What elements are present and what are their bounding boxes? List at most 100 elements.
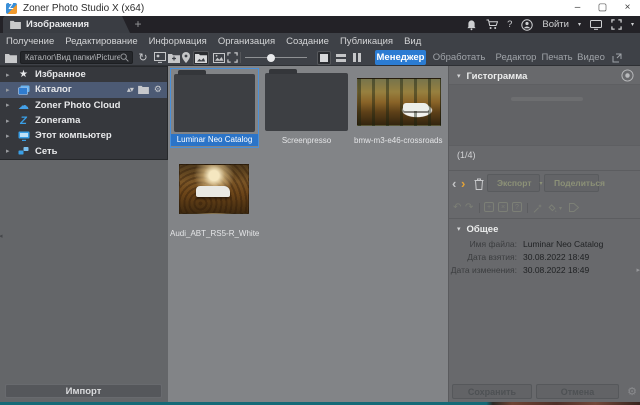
- panel-settings-gear-icon[interactable]: ⚙: [627, 385, 637, 398]
- sort-icon[interactable]: ▴▾: [127, 85, 133, 94]
- sidebar-item-network[interactable]: ▸ Сеть: [0, 143, 167, 158]
- fullscreen-icon[interactable]: [611, 19, 622, 30]
- app-window: Zoner Photo Studio X (x64) – ▢ × Изображ…: [0, 0, 640, 405]
- gear-icon[interactable]: ⚙: [154, 84, 162, 95]
- folder-thumbnail-screenpresso[interactable]: Screenpresso: [262, 68, 351, 148]
- rotate-right-icon[interactable]: ↷: [465, 202, 473, 213]
- paint-bucket-icon[interactable]: [547, 203, 557, 213]
- expand-caret-icon[interactable]: ▸: [6, 101, 12, 109]
- expand-caret-icon[interactable]: ▸: [6, 147, 12, 155]
- panel-collapse-icon[interactable]: ▸: [636, 266, 640, 274]
- mode-editor-button[interactable]: Редактор: [497, 50, 535, 65]
- folder-thumbnail-luminar[interactable]: Luminar Neo Catalog: [170, 68, 259, 148]
- mode-manager-button[interactable]: Менеджер: [375, 50, 426, 65]
- close-button[interactable]: ×: [615, 0, 640, 16]
- menu-item-create[interactable]: Создание: [286, 36, 329, 47]
- export-button[interactable]: Экспорт ▾: [487, 174, 540, 192]
- view-columns-button[interactable]: [350, 51, 363, 64]
- tab-images[interactable]: Изображения: [3, 16, 130, 33]
- menu-item-organize[interactable]: Организация: [218, 36, 275, 47]
- remove-tag-icon[interactable]: ×: [498, 202, 508, 212]
- geotag-pin-icon[interactable]: [181, 51, 191, 64]
- sidebar-item-zoner-photo-cloud[interactable]: ▸ ☁ Zoner Photo Cloud: [0, 98, 167, 113]
- expand-caret-icon[interactable]: ▸: [6, 117, 12, 125]
- bucket-dropdown-caret-icon[interactable]: ▾: [559, 205, 562, 212]
- fullscreen-caret-icon[interactable]: ▾: [631, 21, 634, 28]
- unknown-tag-icon[interactable]: ?: [512, 202, 522, 212]
- new-tab-button[interactable]: +: [131, 17, 145, 31]
- general-section-header[interactable]: ▾ Общее: [449, 222, 640, 236]
- import-button[interactable]: Импорт: [5, 384, 162, 398]
- cancel-button[interactable]: Отмена: [536, 384, 619, 399]
- save-button[interactable]: Сохранить: [452, 384, 532, 399]
- expand-caret-icon[interactable]: ▸: [6, 71, 12, 79]
- login-caret-icon[interactable]: ▾: [578, 21, 581, 28]
- navigation-row: ‹ › Экспорт ▾ Поделиться: [449, 174, 640, 194]
- undock-icon[interactable]: [610, 51, 623, 64]
- histogram-section-header[interactable]: ▾ Гистограмма: [449, 69, 640, 83]
- folder-add-icon[interactable]: [167, 51, 180, 64]
- new-folder-icon[interactable]: [138, 85, 149, 94]
- label-tag-icon[interactable]: [569, 203, 579, 212]
- refresh-icon[interactable]: ↻: [137, 51, 149, 64]
- zonerama-icon: Z: [17, 115, 30, 127]
- mode-develop-button[interactable]: Обработать: [434, 50, 484, 65]
- user-avatar-icon[interactable]: [521, 19, 533, 31]
- thumbnail-label: Screenpresso: [262, 135, 351, 147]
- photo-preview: [357, 78, 441, 126]
- sidebar-item-favorites[interactable]: ▸ ★ Избранное: [0, 67, 167, 82]
- browse-folder-view-icon[interactable]: [193, 51, 209, 65]
- maximize-button[interactable]: ▢: [590, 0, 615, 16]
- folder-up-icon[interactable]: [4, 51, 18, 64]
- info-row-date-taken: Дата взятия: 30.08.2022 18:49: [449, 252, 640, 265]
- histogram-settings-gear-icon[interactable]: [621, 69, 634, 82]
- sidebar-item-catalog[interactable]: ▸ Каталог ▴▾ ⚙: [0, 82, 167, 97]
- rotate-left-icon[interactable]: ↶: [453, 202, 461, 213]
- share-button[interactable]: Поделиться: [544, 174, 599, 192]
- main-area: ▸ ★ Избранное ▸ Каталог ▴▾ ⚙: [0, 66, 640, 402]
- help-button[interactable]: ?: [507, 19, 512, 30]
- expand-caret-icon[interactable]: ▸: [6, 132, 12, 140]
- sidebar-item-this-computer[interactable]: ▸ Этот компьютер: [0, 128, 167, 143]
- mode-print-button[interactable]: Печать: [542, 50, 572, 65]
- thumbnail-size-slider[interactable]: [245, 57, 307, 58]
- previous-item-icon[interactable]: ‹: [452, 177, 456, 190]
- menu-item-edit[interactable]: Редактирование: [65, 36, 137, 47]
- next-item-icon[interactable]: ›: [461, 177, 465, 190]
- sidebar-item-zonerama[interactable]: ▸ Z Zonerama: [0, 113, 167, 128]
- magic-wand-icon[interactable]: [533, 203, 543, 213]
- add-tag-icon[interactable]: +: [484, 202, 494, 212]
- expand-view-icon[interactable]: [226, 51, 239, 64]
- image-thumbnail-audi[interactable]: Audi_ABT_RS5-R_White_Foli...: [170, 161, 259, 241]
- network-icon: [17, 146, 30, 156]
- cart-icon[interactable]: [486, 19, 498, 30]
- menu-item-information[interactable]: Информация: [149, 36, 207, 47]
- path-search-box[interactable]: [20, 51, 133, 64]
- login-button[interactable]: Войти: [542, 19, 569, 30]
- thumbnail-size-slider-knob[interactable]: [267, 54, 275, 62]
- menu-item-publish[interactable]: Публикация: [340, 36, 393, 47]
- export-dropdown-caret-icon[interactable]: ▾: [540, 180, 543, 187]
- minimize-button[interactable]: –: [565, 0, 590, 16]
- toolbar-separator: [240, 52, 241, 63]
- preview-image-icon[interactable]: [212, 51, 225, 64]
- second-display-icon[interactable]: [590, 20, 602, 30]
- menu-item-acquire[interactable]: Получение: [6, 36, 54, 47]
- view-grid-button[interactable]: [317, 51, 331, 65]
- trash-icon[interactable]: [474, 178, 484, 190]
- histogram-empty-placeholder: [511, 97, 583, 101]
- image-thumbnail-bmw[interactable]: bmw-m3-e46-crossroads.jpg: [354, 68, 443, 148]
- path-input[interactable]: [21, 53, 120, 62]
- thumbnail-label: bmw-m3-e46-crossroads.jpg: [354, 135, 443, 147]
- display-capture-icon[interactable]: [153, 51, 166, 64]
- collapse-caret-icon[interactable]: ▾: [457, 225, 461, 233]
- collapse-caret-icon[interactable]: ▾: [457, 72, 461, 80]
- expand-caret-icon[interactable]: ▸: [6, 86, 12, 94]
- menu-item-view[interactable]: Вид: [404, 36, 421, 47]
- sidebar-collapse-icon[interactable]: ◂: [0, 232, 3, 240]
- search-icon[interactable]: [120, 53, 129, 62]
- mode-video-button[interactable]: Видео: [577, 50, 605, 65]
- thumbnail-label: Luminar Neo Catalog: [171, 134, 258, 146]
- notifications-bell-icon[interactable]: [466, 19, 477, 31]
- view-list-button[interactable]: [334, 51, 347, 64]
